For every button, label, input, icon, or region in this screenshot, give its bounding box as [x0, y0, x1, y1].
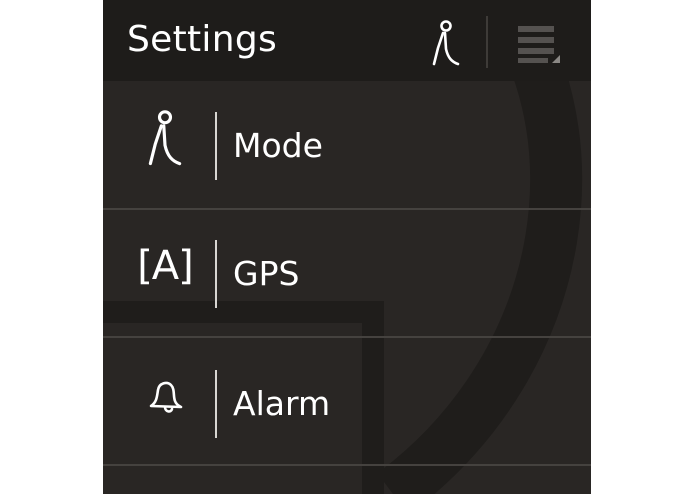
page-title: Settings [127, 19, 278, 60]
row-divider [215, 240, 217, 308]
settings-item-label: Alarm [233, 384, 331, 423]
walking-person-icon [148, 110, 182, 166]
row-icon-container [137, 110, 193, 166]
row-separator [103, 464, 591, 466]
header-divider [486, 16, 488, 68]
row-icon-container: [A] [137, 238, 194, 294]
settings-item-gps[interactable]: [A] GPS [103, 210, 591, 338]
walking-person-icon[interactable] [432, 20, 460, 66]
settings-screen: Settings Mode [A] GPS Alarm [103, 0, 591, 494]
bell-icon [149, 381, 183, 413]
settings-item-alarm[interactable]: Alarm [103, 338, 591, 466]
settings-item-mode[interactable]: Mode [103, 82, 591, 210]
row-divider [215, 112, 217, 180]
settings-item-label: Mode [233, 126, 323, 165]
gps-auto-icon: [A] [137, 243, 194, 289]
hamburger-menu-icon[interactable] [514, 23, 564, 67]
row-icon-container [137, 368, 193, 424]
header-bar: Settings [103, 0, 591, 81]
settings-item-label: GPS [233, 254, 300, 293]
row-divider [215, 370, 217, 438]
